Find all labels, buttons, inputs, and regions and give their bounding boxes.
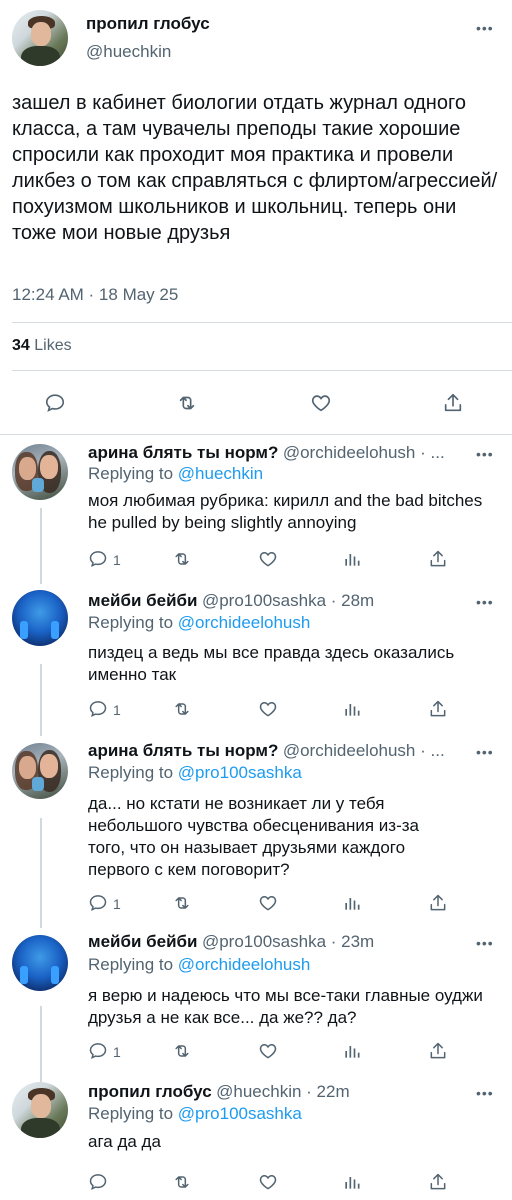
more-icon[interactable]: ••• (476, 935, 494, 951)
replying-prefix: Replying to (88, 613, 178, 632)
retweet-icon[interactable] (172, 893, 194, 915)
retweet-icon[interactable] (176, 392, 198, 414)
reply-author-handle[interactable]: @orchideelohush · ... (283, 443, 445, 462)
reply-icon[interactable] (88, 699, 110, 721)
more-icon[interactable]: ••• (476, 446, 494, 462)
replying-to-link[interactable]: @pro100sashka (178, 763, 302, 782)
reply-text: ага да да (88, 1132, 161, 1151)
reply-author-handle[interactable]: @huechkin · 22m (216, 1082, 350, 1101)
share-icon[interactable] (428, 893, 450, 915)
reply-avatar[interactable] (12, 1082, 68, 1138)
author-name[interactable]: пропил глобус (86, 14, 210, 34)
reply-text: да... но кстати не возникает ли у тебя н… (88, 794, 419, 879)
like-icon[interactable] (258, 1041, 280, 1063)
like-icon[interactable] (258, 549, 280, 571)
reply-avatar[interactable] (12, 743, 68, 799)
divider (0, 434, 512, 435)
reply-text: моя любимая рубрика: кирилл and the bad … (88, 491, 483, 532)
reply-header: арина блять ты норм? @orchideelohush · .… (88, 741, 445, 761)
replying-to: Replying to @orchideelohush (88, 613, 310, 633)
reply-count: 1 (113, 1044, 121, 1060)
share-icon[interactable] (428, 1041, 450, 1063)
more-icon[interactable]: ••• (476, 20, 494, 36)
reply-author-handle[interactable]: @pro100sashka · 23m (202, 932, 374, 951)
reply-header: мейби бейби @pro100sashka · 23m (88, 932, 374, 952)
more-icon[interactable]: ••• (476, 1085, 494, 1101)
analytics-icon[interactable] (342, 1041, 364, 1063)
replying-prefix: Replying to (88, 955, 178, 974)
retweet-icon[interactable] (172, 699, 194, 721)
like-icon[interactable] (258, 1172, 280, 1194)
reply-header: пропил глобус @huechkin · 22m (88, 1082, 350, 1102)
thread-line (40, 508, 42, 584)
reply-avatar[interactable] (12, 444, 68, 500)
replying-to-link[interactable]: @pro100sashka (178, 1104, 302, 1123)
reply-author-name[interactable]: мейби бейби (88, 591, 198, 610)
reply-author-name[interactable]: мейби бейби (88, 932, 198, 951)
likes-stat[interactable]: 34 Likes (12, 337, 72, 355)
reply-count: 1 (113, 896, 121, 912)
replying-to-link[interactable]: @huechkin (178, 464, 263, 483)
share-icon[interactable] (442, 392, 464, 414)
analytics-icon[interactable] (342, 893, 364, 915)
reply-icon[interactable] (88, 1172, 110, 1194)
reply-text: пиздец а ведь мы все правда здесь оказал… (88, 643, 455, 684)
likes-count: 34 (12, 337, 30, 354)
retweet-icon[interactable] (172, 549, 194, 571)
more-icon[interactable]: ••• (476, 744, 494, 760)
reply-author-handle[interactable]: @pro100sashka · 28m (202, 591, 374, 610)
reply-header: мейби бейби @pro100sashka · 28m (88, 591, 374, 611)
analytics-icon[interactable] (342, 699, 364, 721)
replying-to: Replying to @orchideelohush (88, 955, 310, 975)
analytics-icon[interactable] (342, 549, 364, 571)
author-avatar[interactable] (12, 10, 68, 66)
reply-header: арина блять ты норм? @orchideelohush · .… (88, 443, 445, 463)
reply-count: 1 (113, 702, 121, 718)
thread-line (40, 1006, 42, 1082)
share-icon[interactable] (428, 549, 450, 571)
likes-label: Likes (34, 337, 72, 354)
reply-author-name[interactable]: пропил глобус (88, 1082, 212, 1101)
replying-prefix: Replying to (88, 464, 178, 483)
like-icon[interactable] (258, 699, 280, 721)
replying-to: Replying to @huechkin (88, 464, 263, 484)
tweet-text: зашел в кабинет биологии отдать журнал о… (12, 92, 498, 244)
share-icon[interactable] (428, 699, 450, 721)
reply-avatar[interactable] (12, 590, 68, 646)
retweet-icon[interactable] (172, 1172, 194, 1194)
author-handle[interactable]: @huechkin (86, 42, 171, 62)
tweet-timestamp: 12:24 AM · 18 May 25 (12, 285, 179, 304)
share-icon[interactable] (428, 1172, 450, 1194)
reply-author-name[interactable]: арина блять ты норм? (88, 443, 278, 462)
reply-count: 1 (113, 552, 121, 568)
like-icon[interactable] (258, 893, 280, 915)
divider (12, 322, 512, 323)
reply-icon[interactable] (88, 893, 110, 915)
replying-to: Replying to @pro100sashka (88, 763, 302, 783)
reply-icon[interactable] (88, 549, 110, 571)
retweet-icon[interactable] (172, 1041, 194, 1063)
reply-icon[interactable] (88, 1041, 110, 1063)
reply-icon[interactable] (44, 392, 66, 414)
replying-to-link[interactable]: @orchideelohush (178, 613, 311, 632)
replying-to-link[interactable]: @orchideelohush (178, 955, 311, 974)
like-icon[interactable] (310, 392, 332, 414)
reply-author-name[interactable]: арина блять ты норм? (88, 741, 278, 760)
replying-prefix: Replying to (88, 763, 178, 782)
analytics-icon[interactable] (342, 1172, 364, 1194)
replying-prefix: Replying to (88, 1104, 178, 1123)
thread-line (40, 818, 42, 928)
more-icon[interactable]: ••• (476, 594, 494, 610)
divider (12, 370, 512, 371)
reply-author-handle[interactable]: @orchideelohush · ... (283, 741, 445, 760)
replying-to: Replying to @pro100sashka (88, 1104, 302, 1124)
thread-line (40, 664, 42, 736)
reply-text: я верю и надеюсь что мы все-таки главные… (88, 986, 483, 1027)
reply-avatar[interactable] (12, 935, 68, 991)
